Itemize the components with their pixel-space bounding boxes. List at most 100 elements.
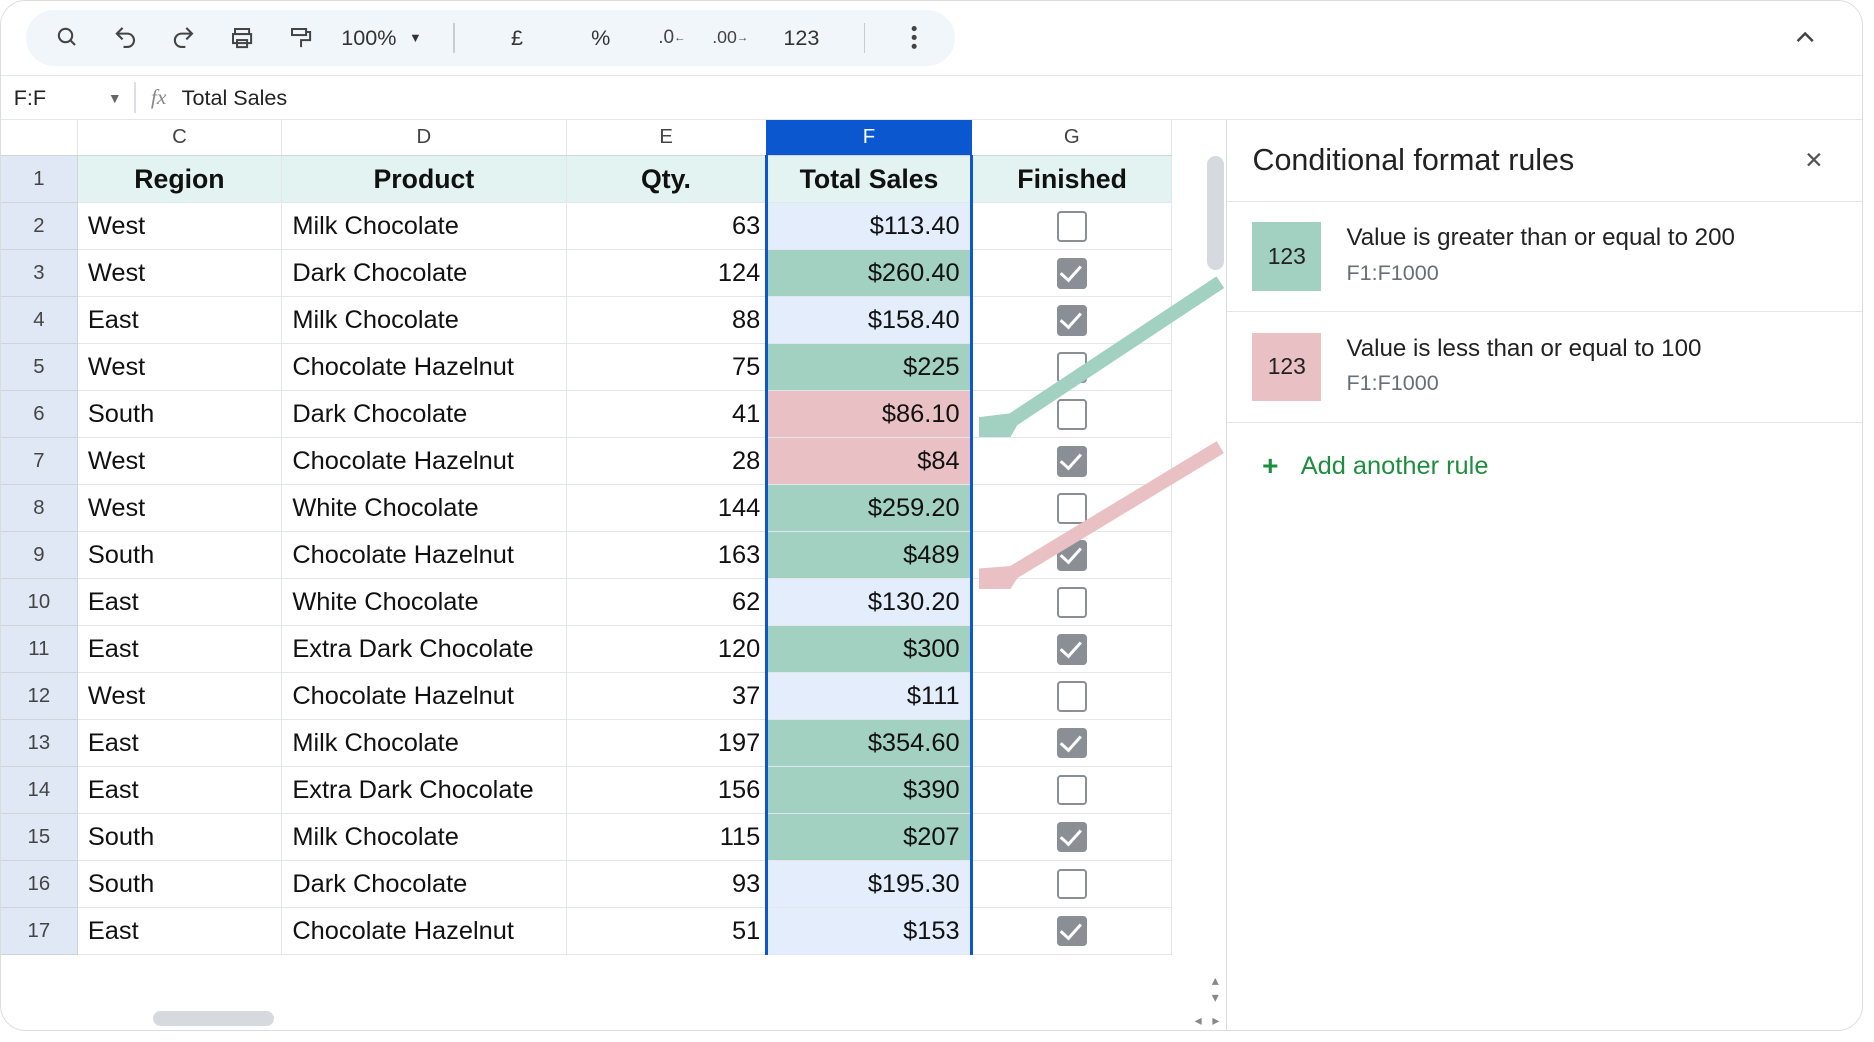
formula-input[interactable]: Total Sales xyxy=(182,85,288,111)
checkbox[interactable] xyxy=(1057,869,1087,899)
cell-finished[interactable] xyxy=(971,673,1172,720)
column-header-C[interactable]: C xyxy=(77,120,281,156)
cell-qty[interactable]: 144 xyxy=(566,485,767,532)
decrease-decimal-button[interactable]: .0← xyxy=(654,20,690,56)
cell-region[interactable]: East xyxy=(77,297,281,344)
header-cell[interactable]: Finished xyxy=(971,156,1172,203)
cell-qty[interactable]: 88 xyxy=(566,297,767,344)
cell-total-sales[interactable]: $84 xyxy=(767,438,971,485)
cell-region[interactable]: South xyxy=(77,814,281,861)
checkbox[interactable] xyxy=(1057,211,1087,241)
cell-product[interactable]: Chocolate Hazelnut xyxy=(282,532,566,579)
spreadsheet-grid[interactable]: CDEFG1RegionProductQty.Total SalesFinish… xyxy=(1,120,1227,1030)
undo-icon[interactable] xyxy=(108,20,144,56)
cell-finished[interactable] xyxy=(971,438,1172,485)
cell-region[interactable]: South xyxy=(77,391,281,438)
cell-finished[interactable] xyxy=(971,908,1172,955)
close-icon[interactable]: ✕ xyxy=(1799,147,1829,174)
row-header[interactable]: 5 xyxy=(1,344,77,391)
cell-total-sales[interactable]: $259.20 xyxy=(767,485,971,532)
cell-region[interactable]: East xyxy=(77,579,281,626)
cell-total-sales[interactable]: $86.10 xyxy=(767,391,971,438)
paint-format-icon[interactable] xyxy=(283,20,319,56)
conditional-rule[interactable]: 123 Value is less than or equal to 100 F… xyxy=(1227,312,1862,422)
header-cell[interactable]: Product xyxy=(282,156,566,203)
cell-finished[interactable] xyxy=(971,720,1172,767)
cell-qty[interactable]: 75 xyxy=(566,344,767,391)
cell-total-sales[interactable]: $300 xyxy=(767,626,971,673)
row-header[interactable]: 6 xyxy=(1,391,77,438)
cell-total-sales[interactable]: $354.60 xyxy=(767,720,971,767)
cell-qty[interactable]: 28 xyxy=(566,438,767,485)
cell-product[interactable]: Milk Chocolate xyxy=(282,814,566,861)
cell-total-sales[interactable]: $225 xyxy=(767,344,971,391)
checkbox[interactable] xyxy=(1057,399,1087,429)
cell-finished[interactable] xyxy=(971,861,1172,908)
checkbox[interactable] xyxy=(1057,258,1087,288)
select-all-corner[interactable] xyxy=(1,120,77,156)
cell-region[interactable]: East xyxy=(77,908,281,955)
cell-finished[interactable] xyxy=(971,344,1172,391)
row-header[interactable]: 13 xyxy=(1,720,77,767)
header-cell[interactable]: Total Sales xyxy=(767,156,971,203)
checkbox[interactable] xyxy=(1057,916,1087,946)
header-cell[interactable]: Region xyxy=(77,156,281,203)
cell-product[interactable]: Dark Chocolate xyxy=(282,861,566,908)
column-header-D[interactable]: D xyxy=(282,120,566,156)
row-header[interactable]: 2 xyxy=(1,203,77,250)
cell-product[interactable]: Milk Chocolate xyxy=(282,297,566,344)
cell-total-sales[interactable]: $195.30 xyxy=(767,861,971,908)
cell-product[interactable]: Milk Chocolate xyxy=(282,203,566,250)
checkbox[interactable] xyxy=(1057,493,1087,523)
row-header[interactable]: 4 xyxy=(1,297,77,344)
cell-qty[interactable]: 115 xyxy=(566,814,767,861)
row-header[interactable]: 3 xyxy=(1,250,77,297)
cell-finished[interactable] xyxy=(971,485,1172,532)
cell-product[interactable]: Chocolate Hazelnut xyxy=(282,344,566,391)
cell-finished[interactable] xyxy=(971,767,1172,814)
format-123-button[interactable]: 123 xyxy=(771,25,832,51)
checkbox[interactable] xyxy=(1057,352,1087,382)
row-header[interactable]: 1 xyxy=(1,156,77,203)
cell-region[interactable]: West xyxy=(77,438,281,485)
cell-total-sales[interactable]: $153 xyxy=(767,908,971,955)
checkbox[interactable] xyxy=(1057,587,1087,617)
cell-finished[interactable] xyxy=(971,203,1172,250)
scroll-left-icon[interactable]: ◂ xyxy=(1191,1011,1206,1029)
cell-qty[interactable]: 37 xyxy=(566,673,767,720)
cell-finished[interactable] xyxy=(971,532,1172,579)
row-header[interactable]: 15 xyxy=(1,814,77,861)
row-header[interactable]: 17 xyxy=(1,908,77,955)
cell-product[interactable]: Milk Chocolate xyxy=(282,720,566,767)
cell-region[interactable]: West xyxy=(77,344,281,391)
cell-finished[interactable] xyxy=(971,297,1172,344)
checkbox[interactable] xyxy=(1057,681,1087,711)
cell-product[interactable]: Dark Chocolate xyxy=(282,391,566,438)
cell-finished[interactable] xyxy=(971,391,1172,438)
row-header[interactable]: 8 xyxy=(1,485,77,532)
cell-qty[interactable]: 156 xyxy=(566,767,767,814)
checkbox[interactable] xyxy=(1057,634,1087,664)
cell-region[interactable]: West xyxy=(77,203,281,250)
checkbox[interactable] xyxy=(1057,822,1087,852)
row-header[interactable]: 9 xyxy=(1,532,77,579)
cell-region[interactable]: East xyxy=(77,626,281,673)
row-header[interactable]: 12 xyxy=(1,673,77,720)
cell-total-sales[interactable]: $130.20 xyxy=(767,579,971,626)
cell-total-sales[interactable]: $390 xyxy=(767,767,971,814)
zoom-dropdown[interactable]: 100% ▼ xyxy=(341,25,421,51)
cell-product[interactable]: Dark Chocolate xyxy=(282,250,566,297)
checkbox[interactable] xyxy=(1057,305,1087,335)
cell-region[interactable]: West xyxy=(77,485,281,532)
row-header[interactable]: 16 xyxy=(1,861,77,908)
checkbox[interactable] xyxy=(1057,540,1087,570)
search-icon[interactable] xyxy=(49,20,85,56)
cell-qty[interactable]: 163 xyxy=(566,532,767,579)
cell-product[interactable]: White Chocolate xyxy=(282,485,566,532)
checkbox[interactable] xyxy=(1057,446,1087,476)
column-header-G[interactable]: G xyxy=(971,120,1172,156)
cell-finished[interactable] xyxy=(971,250,1172,297)
cell-product[interactable]: Chocolate Hazelnut xyxy=(282,438,566,485)
cell-product[interactable]: Chocolate Hazelnut xyxy=(282,673,566,720)
print-icon[interactable] xyxy=(224,20,260,56)
